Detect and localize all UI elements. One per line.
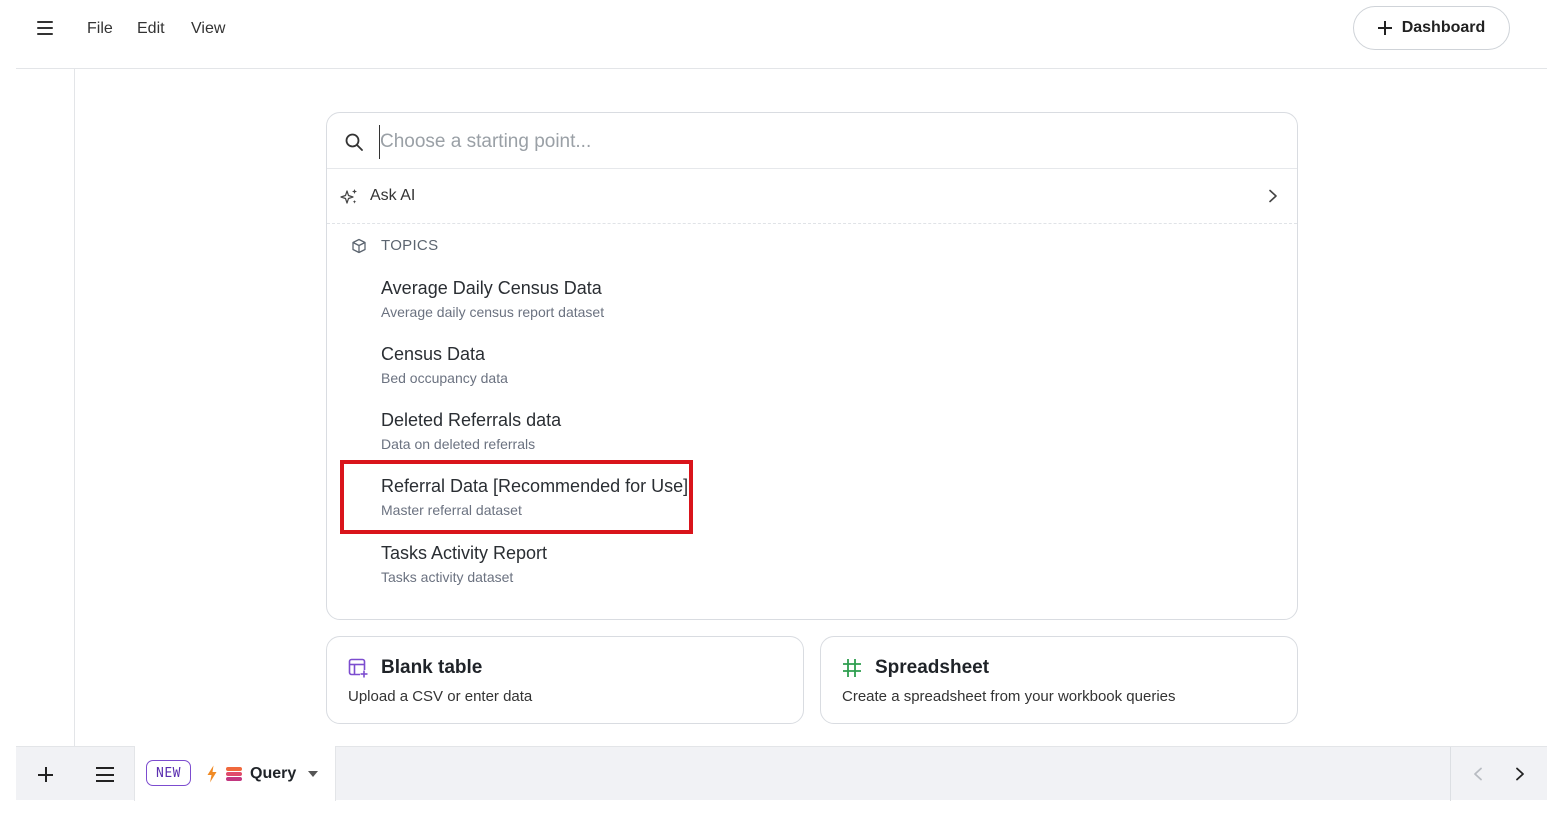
topic-description: Bed occupancy data — [381, 370, 508, 386]
new-badge: NEW — [146, 760, 191, 786]
page-list-icon[interactable] — [96, 767, 114, 782]
topic-title: Tasks Activity Report — [381, 543, 548, 563]
topic-item-average-daily-census[interactable]: Average Daily Census Data Average daily … — [381, 278, 981, 334]
topic-description: Data on deleted referrals — [381, 436, 536, 452]
hamburger-icon[interactable] — [36, 19, 54, 37]
table-icon — [348, 658, 368, 678]
menu-view[interactable]: View — [191, 20, 225, 38]
topic-title: Referral Data [Recommended for Use] — [381, 476, 689, 496]
app-root: File Edit View Dashboard Ask AI — [0, 0, 1564, 814]
topic-item-census-data[interactable]: Census Data Bed occupancy data — [381, 344, 981, 400]
tab-query-label: Query — [250, 765, 297, 782]
chevron-left-icon[interactable] — [1473, 767, 1483, 781]
search-input[interactable] — [379, 125, 1259, 159]
cube-icon — [352, 238, 366, 254]
topic-description: Average daily census report dataset — [381, 304, 605, 320]
chevron-right-icon — [1269, 189, 1277, 203]
topic-item-referral-data[interactable]: Referral Data [Recommended for Use] Mast… — [381, 476, 981, 532]
lightning-icon — [207, 765, 217, 783]
left-rail-divider — [74, 69, 75, 746]
topic-description: Tasks activity dataset — [381, 569, 514, 585]
plus-icon — [1377, 21, 1392, 35]
ask-ai-label: Ask AI — [370, 187, 416, 204]
add-page-icon[interactable] — [38, 767, 53, 782]
blank-table-title: Blank table — [381, 657, 483, 678]
spreadsheet-card[interactable]: Spreadsheet Create a spreadsheet from yo… — [820, 636, 1298, 724]
tab-query[interactable]: NEW Query — [134, 746, 336, 801]
topic-description: Master referral dataset — [381, 502, 522, 518]
chevron-right-icon[interactable] — [1515, 767, 1525, 781]
blank-table-card[interactable]: Blank table Upload a CSV or enter data — [326, 636, 804, 724]
topic-item-deleted-referrals[interactable]: Deleted Referrals data Data on deleted r… — [381, 410, 981, 466]
topic-title: Deleted Referrals data — [381, 410, 562, 430]
topics-header-label: TOPICS — [381, 237, 439, 254]
nav-divider — [1450, 747, 1451, 801]
topic-title: Average Daily Census Data — [381, 278, 602, 298]
database-icon — [226, 767, 242, 781]
grid-icon — [843, 659, 861, 677]
blank-table-description: Upload a CSV or enter data — [348, 688, 533, 705]
bottom-tab-bar: NEW Query — [16, 746, 1547, 801]
top-menu-bar: File Edit View Dashboard — [16, 0, 1547, 69]
search-icon — [345, 133, 363, 151]
ask-ai-row[interactable]: Ask AI — [327, 169, 1297, 224]
caret-down-icon[interactable] — [308, 771, 318, 777]
menu-file[interactable]: File — [87, 20, 113, 38]
spreadsheet-title: Spreadsheet — [875, 657, 990, 678]
spreadsheet-description: Create a spreadsheet from your workbook … — [842, 688, 1176, 705]
topic-title: Census Data — [381, 344, 486, 364]
topic-item-tasks-activity[interactable]: Tasks Activity Report Tasks activity dat… — [381, 543, 981, 599]
menu-edit[interactable]: Edit — [137, 20, 165, 38]
sparkle-icon — [340, 189, 357, 204]
starting-point-picker: Ask AI TOPICS Average Daily Census Data … — [326, 112, 1298, 620]
add-dashboard-button[interactable]: Dashboard — [1353, 6, 1510, 50]
dashboard-button-label: Dashboard — [1401, 19, 1486, 36]
search-row — [327, 113, 1297, 169]
topics-header: TOPICS — [327, 235, 1297, 259]
